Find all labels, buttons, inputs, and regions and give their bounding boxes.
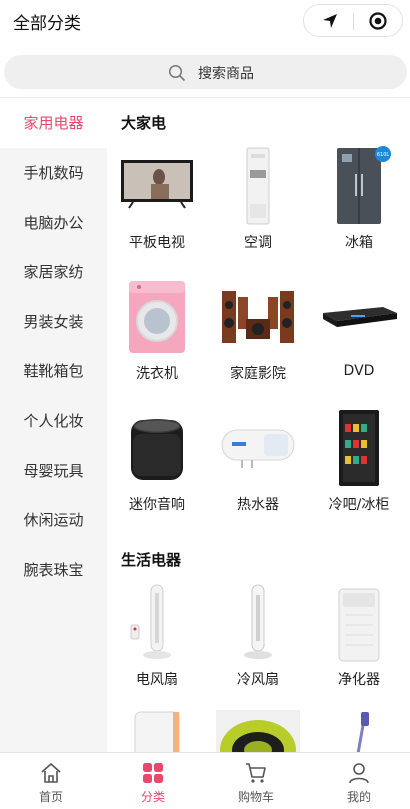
category-content: 大家电 平板电视 空调 610L 冰箱 洗衣机 家庭影院 DVD 迷你音响 热水… [107,98,410,752]
product-label: 平板电视 [129,235,185,251]
sidebar-item-home-appliances[interactable]: 家用电器 [0,98,107,148]
sidebar-item-computers-office[interactable]: 电脑办公 [0,198,107,248]
tab-home[interactable]: 首页 [0,753,102,809]
tower-fan-image [130,584,171,659]
user-icon [349,763,369,784]
sidebar-item-baby-toys[interactable]: 母婴玩具 [0,446,107,496]
product-label: 热水器 [237,497,279,513]
mini-speaker-image [131,419,183,480]
cart-icon [246,763,266,783]
product-tile-robot-vacuum[interactable] [208,710,308,752]
product-tile-humidifier[interactable] [107,710,207,752]
air-conditioner-image [246,147,270,225]
sidebar-item-watches-jewelry[interactable]: 腕表珠宝 [0,545,107,595]
bottom-tab-bar: 首页 分类 购物车 我的 [0,752,410,809]
product-label: DVD [343,363,375,379]
sidebar-item-shoes-bags[interactable]: 鞋靴箱包 [0,346,107,396]
sidebar-item-sports[interactable]: 休闲运动 [0,495,107,545]
product-tile-stick-vacuum[interactable] [309,710,409,752]
section-title-major-appliances: 大家电 [121,114,167,132]
cooling-fan-image [244,584,272,659]
tv-image [121,160,193,209]
product-label: 净化器 [338,672,380,688]
sidebar-item-clothing[interactable]: 男装女装 [0,297,107,347]
svg-text:610L: 610L [377,152,390,158]
section-title-home-appliances: 生活电器 [121,551,182,569]
page-title: 全部分类 [13,14,81,34]
humidifier-image [134,711,180,752]
tab-label: 我的 [346,790,371,804]
search-bar[interactable]: 搜索商品 [4,55,407,89]
product-label: 洗衣机 [136,366,178,382]
capsule-divider [353,13,354,30]
product-label: 迷你音响 [129,497,185,513]
location-arrow-icon[interactable] [320,11,340,31]
product-tile-home-theater[interactable]: 家庭影院 [208,275,308,405]
tab-label: 购物车 [237,790,274,804]
product-label: 冷吧/冰柜 [328,497,390,513]
home-icon [41,763,61,783]
sidebar-item-home-textiles[interactable]: 家居家纺 [0,247,107,297]
dvd-player-image [323,307,397,327]
target-icon[interactable] [368,11,388,31]
search-icon [168,64,186,82]
category-icon [143,763,163,783]
product-tile-mini-fridge[interactable]: 冷吧/冰柜 [309,406,409,536]
water-heater-image [221,429,295,468]
sidebar-item-phones-digital[interactable]: 手机数码 [0,148,107,198]
tab-cart[interactable]: 购物车 [205,753,307,809]
product-tile-air-conditioner[interactable]: 空调 [208,144,308,274]
tab-label: 首页 [38,790,63,804]
tab-profile[interactable]: 我的 [308,753,410,809]
robot-vacuum-image [216,710,300,752]
product-tile-electric-fan[interactable]: 电风扇 [107,581,207,711]
product-tile-fridge[interactable]: 610L 冰箱 [309,144,409,274]
product-label: 冷风扇 [237,672,279,688]
category-page: 全部分类 搜索商品 家用电器 手机数码 电脑办公 家居家纺 男装女装 鞋靴箱包 … [0,0,410,809]
search-placeholder: 搜索商品 [198,66,254,82]
stick-vacuum-image [356,712,369,752]
tab-category[interactable]: 分类 [102,753,204,809]
air-purifier-image [338,588,380,662]
product-tile-dvd[interactable]: DVD [309,275,409,405]
product-tile-water-heater[interactable]: 热水器 [208,406,308,536]
product-tile-tv[interactable]: 平板电视 [107,144,207,274]
product-tile-cooling-fan[interactable]: 冷风扇 [208,581,308,711]
product-tile-washing-machine[interactable]: 洗衣机 [107,275,207,405]
product-tile-air-purifier[interactable]: 净化器 [309,581,409,711]
mini-fridge-image [339,410,379,486]
category-sidebar: 家用电器 手机数码 电脑办公 家居家纺 男装女装 鞋靴箱包 个人化妆 母婴玩具 … [0,98,107,752]
mini-program-capsule [303,4,403,37]
washing-machine-image [129,281,185,353]
product-label: 冰箱 [345,235,373,251]
fridge-image: 610L [337,146,391,224]
sidebar-item-cosmetics[interactable]: 个人化妆 [0,396,107,446]
header-bar: 全部分类 [0,0,410,44]
tab-label: 分类 [140,790,165,804]
product-label: 电风扇 [136,672,178,688]
product-label: 空调 [244,235,272,251]
product-label: 家庭影院 [230,366,286,382]
product-tile-mini-speaker[interactable]: 迷你音响 [107,406,207,536]
home-theater-image [222,291,294,343]
